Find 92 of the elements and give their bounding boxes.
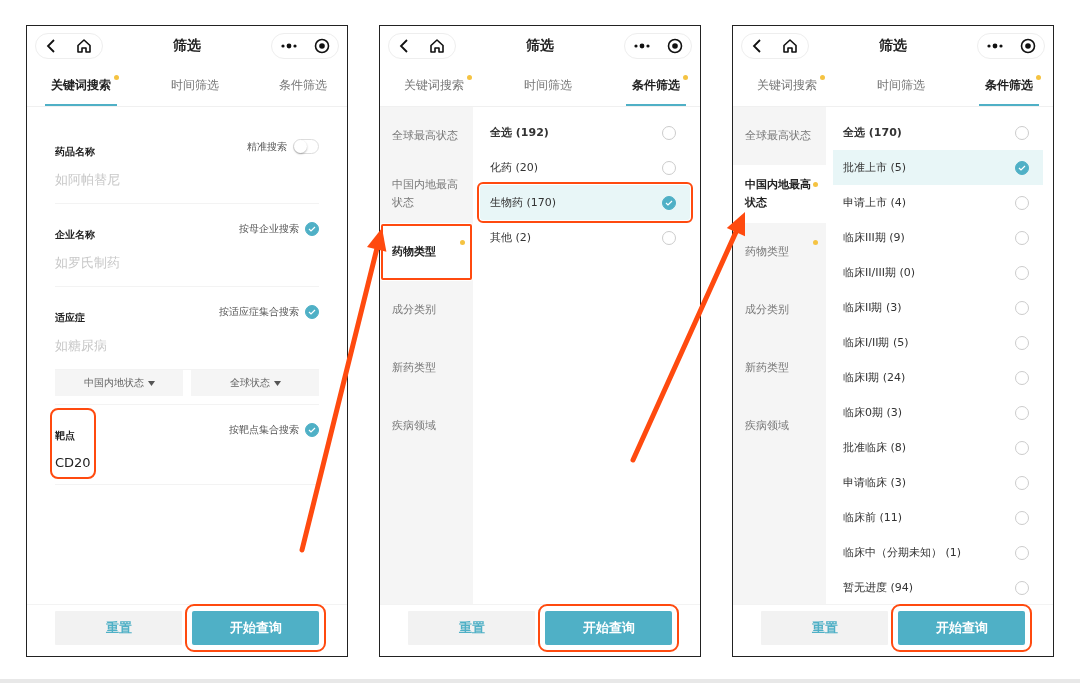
option-row[interactable]: 申请临床 (3) (833, 465, 1043, 500)
category-item[interactable]: 成分类别 (380, 281, 473, 339)
check-icon (308, 309, 316, 315)
option-label: 按靶点集合搜索 (229, 423, 299, 437)
option-label: 按适应症集合搜索 (219, 305, 299, 319)
option-row[interactable]: 批准上市 (5) (833, 150, 1043, 185)
option-row[interactable]: 生物药 (170) (480, 185, 690, 220)
checkbox[interactable] (305, 305, 319, 319)
option-row[interactable]: 临床0期 (3) (833, 395, 1043, 430)
radio-button[interactable] (1015, 265, 1029, 280)
more-icon[interactable] (986, 43, 1004, 49)
category-item[interactable]: 疾病领域 (733, 397, 826, 455)
target-icon[interactable] (1020, 38, 1036, 54)
option-row[interactable]: 全选 (170) (833, 115, 1043, 150)
home-icon[interactable] (429, 38, 445, 54)
radio-button[interactable] (1015, 370, 1029, 385)
field-label: 企业名称 (55, 228, 96, 242)
tab[interactable]: 条件筛选 (273, 66, 333, 106)
input-field[interactable]: CD20 (55, 455, 91, 470)
tab[interactable]: 条件筛选 (626, 66, 686, 106)
check-icon (1018, 164, 1026, 171)
radio-button[interactable] (662, 230, 676, 245)
option-row[interactable]: 临床中（分期未知） (1) (833, 535, 1043, 570)
back-icon[interactable] (399, 38, 409, 54)
category-item[interactable]: 药物类型 (380, 223, 473, 281)
category-item[interactable]: 成分类别 (733, 281, 826, 339)
page-title: 筛选 (173, 37, 201, 55)
radio-button[interactable] (1015, 405, 1029, 420)
tab[interactable]: 关键词搜索 (45, 66, 117, 106)
more-icon[interactable] (280, 43, 298, 49)
field-label: 适应症 (55, 311, 86, 325)
radio-button[interactable] (662, 160, 676, 175)
check-icon (308, 226, 316, 232)
option-label: 精准搜索 (247, 139, 287, 154)
tab[interactable]: 关键词搜索 (751, 66, 823, 106)
option-row[interactable]: 临床II期 (3) (833, 290, 1043, 325)
radio-button[interactable] (1015, 300, 1029, 315)
radio-button[interactable] (1015, 475, 1029, 490)
category-item[interactable]: 新药类型 (733, 339, 826, 397)
caret-icon (147, 380, 155, 386)
option-row[interactable]: 其他 (2) (480, 220, 690, 255)
radio-button[interactable] (662, 125, 676, 140)
checkbox[interactable] (305, 423, 319, 437)
home-icon[interactable] (76, 38, 92, 54)
category-item[interactable]: 中国内地最高状态 (733, 165, 826, 223)
dropdown[interactable]: 中国内地状态 (55, 370, 183, 396)
check-icon (665, 199, 673, 206)
back-icon[interactable] (46, 38, 56, 54)
radio-button[interactable] (1015, 125, 1029, 140)
option-label: 按母企业搜索 (239, 222, 299, 236)
option-row[interactable]: 临床I/II期 (5) (833, 325, 1043, 360)
radio-button[interactable] (1015, 510, 1029, 525)
option-row[interactable]: 临床III期 (9) (833, 220, 1043, 255)
caret-icon (273, 380, 281, 386)
home-icon[interactable] (782, 38, 798, 54)
option-row[interactable]: 批准临床 (8) (833, 430, 1043, 465)
radio-button[interactable] (662, 195, 676, 210)
check-icon (308, 427, 316, 433)
target-icon[interactable] (314, 38, 330, 54)
category-item[interactable]: 新药类型 (380, 339, 473, 397)
radio-button[interactable] (1015, 230, 1029, 245)
option-row[interactable]: 申请上市 (4) (833, 185, 1043, 220)
option-row[interactable]: 全选 (192) (480, 115, 690, 150)
tab[interactable]: 时间筛选 (871, 66, 931, 106)
tab[interactable]: 时间筛选 (518, 66, 578, 106)
radio-button[interactable] (1015, 160, 1029, 175)
category-item[interactable]: 中国内地最高状态 (380, 165, 473, 223)
target-icon[interactable] (667, 38, 683, 54)
field-label: 靶点 (55, 429, 76, 443)
radio-button[interactable] (1015, 195, 1029, 210)
page-title: 筛选 (879, 37, 907, 55)
tab[interactable]: 条件筛选 (979, 66, 1039, 106)
option-row[interactable]: 临床I期 (24) (833, 360, 1043, 395)
tab[interactable]: 关键词搜索 (398, 66, 470, 106)
dropdown[interactable]: 全球状态 (191, 370, 319, 396)
toggle-switch[interactable] (293, 139, 319, 154)
option-row[interactable]: 临床II/III期 (0) (833, 255, 1043, 290)
option-row[interactable]: 暂无进度 (94) (833, 570, 1043, 605)
radio-button[interactable] (1015, 440, 1029, 455)
radio-button[interactable] (1015, 580, 1029, 595)
category-item[interactable]: 全球最高状态 (380, 107, 473, 165)
radio-button[interactable] (1015, 545, 1029, 560)
option-row[interactable]: 临床前 (11) (833, 500, 1043, 535)
tab[interactable]: 时间筛选 (165, 66, 225, 106)
more-icon[interactable] (633, 43, 651, 49)
radio-button[interactable] (1015, 335, 1029, 350)
checkbox[interactable] (305, 222, 319, 236)
category-item[interactable]: 疾病领域 (380, 397, 473, 455)
page-title: 筛选 (526, 37, 554, 55)
field-label: 药品名称 (55, 145, 96, 159)
category-item[interactable]: 全球最高状态 (733, 107, 826, 165)
back-icon[interactable] (752, 38, 762, 54)
